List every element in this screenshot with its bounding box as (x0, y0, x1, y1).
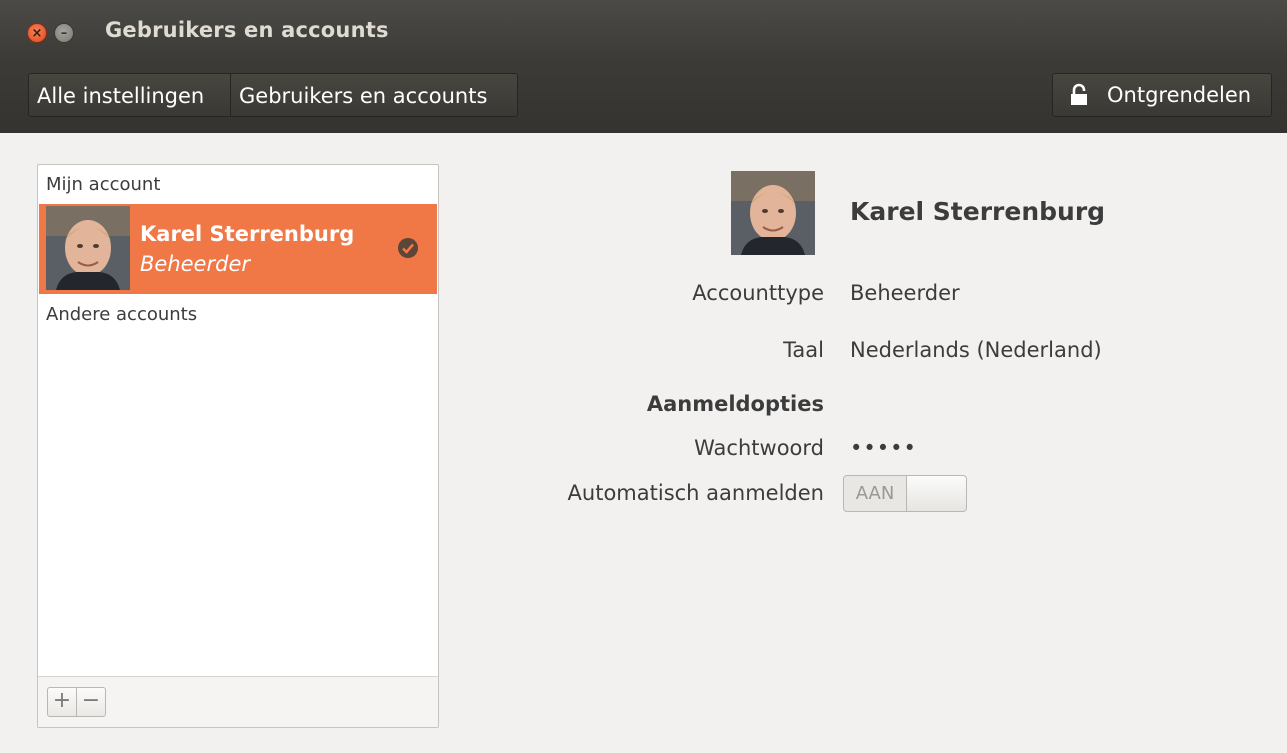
breadcrumb-users-accounts[interactable]: Gebruikers en accounts (230, 73, 518, 117)
password-label: Wachtwoord (694, 436, 824, 460)
unlock-label: Ontgrendelen (1107, 83, 1252, 107)
minimize-icon[interactable]: – (54, 23, 74, 43)
auto-login-toggle-text: AAN (855, 483, 895, 504)
add-user-button[interactable]: + (47, 687, 77, 717)
remove-user-button[interactable]: − (76, 687, 106, 717)
toggle-knob (906, 476, 966, 511)
unlock-button[interactable]: Ontgrendelen (1052, 73, 1272, 117)
account-role: Beheerder (140, 252, 250, 276)
account-name: Karel Sterrenburg (140, 222, 355, 246)
avatar (46, 206, 130, 290)
account-type-label: Accounttype (692, 281, 824, 305)
toolbar: Alle instellingen Gebruikers en accounts… (0, 60, 1287, 133)
other-accounts-header: Andere accounts (46, 304, 198, 325)
list-footer: + − (38, 676, 438, 727)
language-label: Taal (783, 338, 824, 362)
language-value[interactable]: Nederlands (Nederland) (850, 338, 1102, 362)
window-title: Gebruikers en accounts (105, 18, 389, 42)
lock-icon (1071, 83, 1087, 105)
check-icon (398, 238, 418, 258)
password-value[interactable]: ••••• (850, 436, 917, 460)
breadcrumb-all-settings[interactable]: Alle instellingen (28, 73, 231, 117)
auto-login-label: Automatisch aanmelden (567, 481, 824, 505)
account-type-value[interactable]: Beheerder (850, 281, 960, 305)
login-options-header: Aanmeldopties (646, 392, 824, 416)
account-list: Mijn account Karel Sterrenburg Beheerder… (37, 164, 439, 728)
detail-full-name[interactable]: Karel Sterrenburg (850, 197, 1105, 226)
detail-avatar[interactable] (731, 171, 815, 255)
auto-login-toggle[interactable]: AAN (843, 475, 967, 512)
window-titlebar: × – Gebruikers en accounts (0, 0, 1287, 60)
close-icon[interactable]: × (27, 23, 47, 43)
account-row-selected[interactable]: Karel Sterrenburg Beheerder (39, 204, 437, 294)
my-account-header: Mijn account (46, 174, 161, 195)
